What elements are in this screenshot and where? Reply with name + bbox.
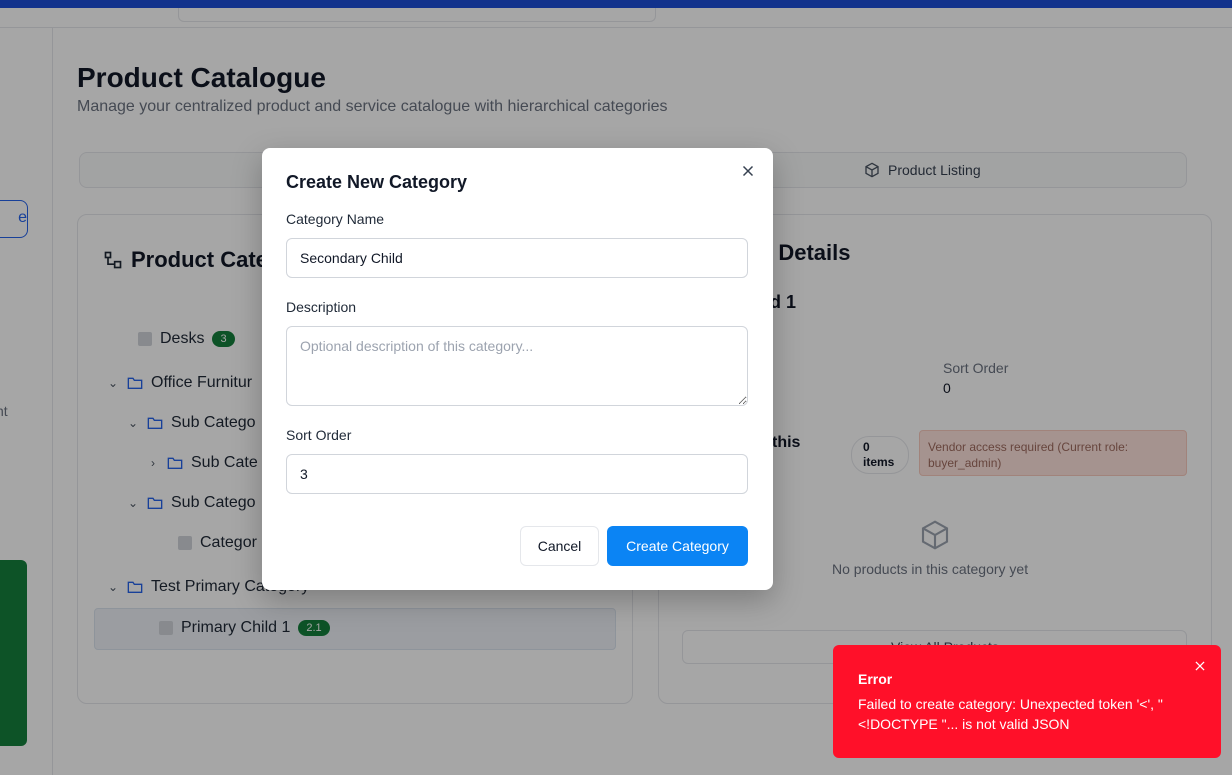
toast-message: Failed to create category: Unexpected to…: [858, 696, 1163, 732]
create-category-button[interactable]: Create Category: [607, 526, 748, 566]
sort-order-input[interactable]: [286, 454, 748, 494]
category-name-label: Category Name: [286, 211, 385, 227]
category-name-input[interactable]: [286, 238, 748, 278]
close-icon[interactable]: [739, 162, 757, 180]
error-toast: Error Failed to create category: Unexpec…: [833, 645, 1221, 758]
sort-order-label: Sort Order: [286, 427, 352, 443]
description-label: Description: [286, 299, 357, 315]
cancel-button[interactable]: Cancel: [520, 526, 599, 566]
dialog-title: Create New Category: [286, 172, 468, 192]
close-icon[interactable]: [1193, 659, 1207, 673]
create-category-dialog: Create New Category Category Name Descri…: [262, 148, 773, 590]
description-textarea[interactable]: [286, 326, 748, 406]
toast-title: Error: [858, 671, 893, 687]
